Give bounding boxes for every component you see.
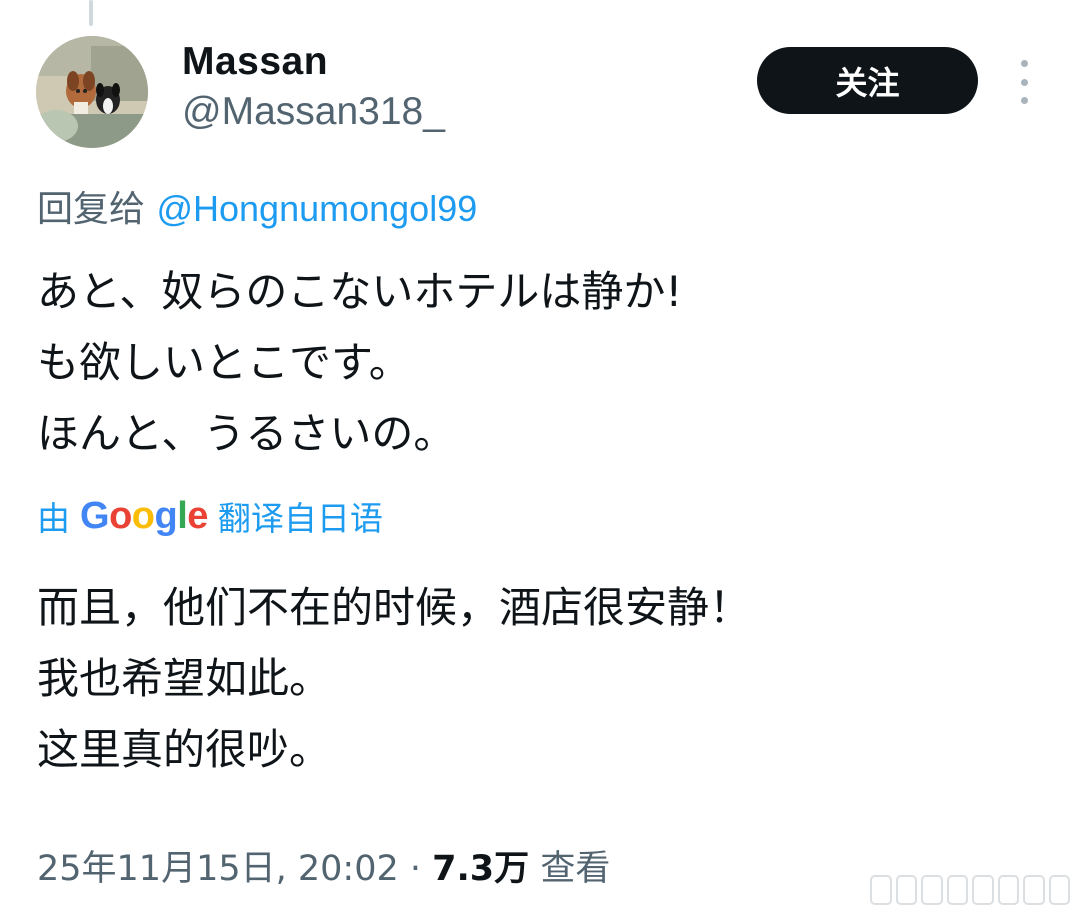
view-label: 查看 <box>540 849 611 889</box>
more-dot <box>1020 78 1028 86</box>
thread-connector-line <box>89 0 93 26</box>
translated-text: 而且，他们不在的时候，酒店很安静！ 我也希望如此。 这里真的很吵。 <box>37 572 751 785</box>
avatar[interactable] <box>36 36 148 148</box>
timestamp-link[interactable]: 25年11月15日, 20:02 <box>37 849 399 889</box>
google-letter: e <box>187 494 208 537</box>
watermark <box>870 872 1070 908</box>
google-letter: l <box>177 494 188 537</box>
reply-prefix: 回复给 <box>37 189 146 230</box>
tweet-text-line: ほんと、うるさいの。 <box>37 409 456 458</box>
reply-context: 回复给 @Hongnumongol99 <box>37 180 477 232</box>
avatar-dogs-image <box>36 36 148 148</box>
watermark-glyph <box>921 875 943 905</box>
google-letter: o <box>131 494 155 537</box>
follow-button[interactable]: 关注 <box>757 47 978 114</box>
google-logo: Google <box>80 495 208 538</box>
reply-mention-link[interactable]: @Hongnumongol99 <box>156 188 477 229</box>
more-dot <box>1020 60 1028 67</box>
tweet-text-line: あと、奴らのこないホテルは静か! <box>37 267 683 316</box>
author-name[interactable]: Massan <box>182 40 328 84</box>
google-letter: G <box>80 494 110 537</box>
tweet-meta: 25年11月15日, 20:02 · 7.3万 查看 <box>37 840 610 891</box>
view-count: 7.3万 <box>432 849 530 889</box>
watermark-glyph <box>1023 875 1045 905</box>
tweet-text: あと、奴らのこないホテルは静か! も欲しいとこです。 ほんと、うるさいの。 <box>37 256 682 469</box>
watermark-glyph <box>946 875 968 905</box>
more-dot <box>1020 97 1028 104</box>
watermark-glyph <box>972 875 994 905</box>
watermark-glyph <box>870 875 892 905</box>
translated-text-line: 而且，他们不在的时候，酒店很安静！ <box>37 583 752 632</box>
google-letter: g <box>154 494 178 537</box>
translated-text-line: 我也希望如此。 <box>37 654 332 703</box>
more-vertical-icon[interactable] <box>1008 60 1040 104</box>
translated-text-line: 这里真的很吵。 <box>37 725 332 774</box>
watermark-glyph <box>1048 875 1070 905</box>
watermark-glyph <box>895 875 917 905</box>
author-handle[interactable]: @Massan318_ <box>182 90 445 134</box>
google-letter: o <box>109 494 132 537</box>
translation-attribution[interactable]: 由 Google 翻译自日语 <box>37 492 383 540</box>
meta-separator: · <box>409 849 422 889</box>
translation-prefix: 由 <box>37 499 70 538</box>
translation-suffix: 翻译自日语 <box>217 499 383 538</box>
tweet-text-line: も欲しいとこです。 <box>37 338 411 387</box>
watermark-glyph <box>997 875 1019 905</box>
